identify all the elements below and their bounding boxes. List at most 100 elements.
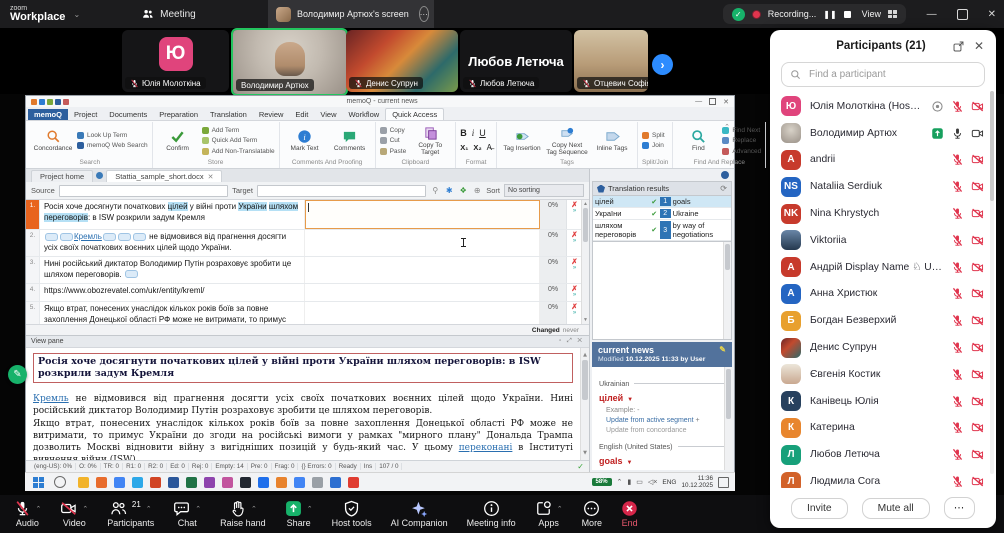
document-tab-1[interactable]: Project home bbox=[31, 170, 94, 182]
taskbar-app-icon[interactable] bbox=[150, 476, 161, 488]
participant-row-3[interactable]: Aandrii bbox=[770, 147, 996, 174]
grid-scrollbar[interactable]: ▲ ▼ bbox=[581, 200, 589, 324]
segment-row-4[interactable]: 4. https://www.obozrevatel.com/ukr/entit… bbox=[26, 284, 582, 302]
filter-settings-gear-icon[interactable]: ✱ bbox=[444, 186, 454, 196]
participant-row-15[interactable]: Л Людмила Сога bbox=[770, 468, 996, 488]
filter-search-icon[interactable]: ⚲ bbox=[430, 186, 440, 196]
translation-result-row[interactable]: цілей ✔ 1 goals bbox=[593, 196, 731, 208]
ribbon-tab-memoq[interactable]: memoQ bbox=[28, 109, 68, 120]
security-shield-icon[interactable]: ✓ bbox=[731, 7, 745, 21]
update-from-concordance-link[interactable]: Update from concordance bbox=[606, 426, 725, 436]
sort-dropdown[interactable]: No sorting bbox=[504, 184, 585, 197]
kreml-link[interactable]: Кремль bbox=[33, 394, 69, 404]
perekonani-link[interactable]: переконані bbox=[459, 443, 513, 453]
taskbar-app-icon[interactable] bbox=[168, 476, 179, 488]
ribbon-button-split[interactable]: Split bbox=[642, 131, 665, 140]
participant-row-5[interactable]: NK Nina Khrystych bbox=[770, 200, 996, 227]
toolbar-participants-button[interactable]: 21 ⌃ Participants bbox=[98, 495, 164, 533]
source-filter-input[interactable] bbox=[58, 184, 229, 197]
ribbon-tab-documents[interactable]: Documents bbox=[103, 109, 153, 120]
memoq-minimize-button[interactable]: — bbox=[695, 98, 702, 105]
ribbon-collapse-icon[interactable]: ⌃ bbox=[724, 123, 730, 131]
ribbon-tab-review[interactable]: Review bbox=[253, 109, 290, 120]
ribbon-button-mark-text[interactable]: i Mark Text bbox=[284, 129, 326, 152]
video-tile-5[interactable]: Отцевич Софія bbox=[574, 30, 648, 92]
toolbar-video-button[interactable]: ⌃ Video bbox=[51, 495, 98, 533]
next-participants-button[interactable]: › bbox=[652, 54, 673, 75]
ribbon-tab-project[interactable]: Project bbox=[68, 109, 103, 120]
chevron-up-icon[interactable]: ⌃ bbox=[557, 505, 563, 513]
taskbar-app-icon[interactable] bbox=[204, 476, 215, 488]
taskbar-app-icon[interactable] bbox=[258, 476, 269, 488]
toolbar-more-button[interactable]: More bbox=[572, 495, 612, 533]
tab-meeting[interactable]: Meeting bbox=[142, 8, 196, 20]
ribbon-tab-workflow[interactable]: Workflow bbox=[342, 109, 385, 120]
ribbon-button-add-non-translatable[interactable]: Add Non-Translatable bbox=[201, 147, 275, 156]
segment-target-cell[interactable] bbox=[305, 200, 540, 229]
ribbon-button-look-up-term[interactable]: Look Up Term bbox=[77, 131, 148, 140]
taskbar-app-icon[interactable] bbox=[294, 476, 305, 488]
ribbon-button-tag-insertion[interactable]: Tag Insertion bbox=[501, 129, 543, 152]
toolbar-host-tools-button[interactable]: Host tools bbox=[322, 495, 381, 533]
view-layout-icon[interactable] bbox=[888, 10, 897, 18]
invite-button[interactable]: Invite bbox=[791, 497, 848, 519]
participant-row-9[interactable]: Б Богдан Безверхий bbox=[770, 307, 996, 334]
memoq-close-button[interactable]: ✕ bbox=[723, 98, 729, 106]
results-refresh-icon[interactable]: ⟳ bbox=[720, 184, 727, 193]
toolbar-audio-button[interactable]: ⌃ Audio bbox=[4, 495, 51, 533]
taskbar-app-icon[interactable] bbox=[186, 476, 197, 488]
ribbon-button-comments[interactable]: Comments bbox=[329, 129, 371, 152]
segment-target-cell[interactable] bbox=[305, 302, 540, 324]
windows-start-button[interactable] bbox=[33, 476, 44, 488]
toolbar-chat-button[interactable]: ⌃ Chat bbox=[164, 495, 211, 533]
maximize-button[interactable] bbox=[956, 8, 968, 20]
more-options-button[interactable]: ⋯ bbox=[943, 497, 975, 519]
taskbar-app-icon[interactable] bbox=[114, 476, 125, 488]
ribbon-button-memoq-web-search[interactable]: memoQ Web Search bbox=[77, 141, 148, 150]
chevron-up-icon[interactable]: ⌃ bbox=[251, 505, 257, 513]
update-from-active-segment-link[interactable]: Update from active segment + bbox=[606, 416, 725, 426]
workspace-chevron-icon[interactable]: ⌄ bbox=[73, 10, 80, 19]
chevron-up-icon[interactable]: ⌃ bbox=[82, 505, 88, 513]
toolbar-raise-hand-button[interactable]: ⌃ Raise hand bbox=[211, 495, 276, 533]
stop-recording-button[interactable] bbox=[843, 10, 851, 18]
taskbar-app-icon[interactable] bbox=[78, 476, 89, 488]
participants-scrollbar[interactable] bbox=[990, 91, 994, 475]
target-filter-input[interactable] bbox=[256, 184, 427, 197]
segment-source-cell[interactable]: Нині російський диктатор Володимир Путін… bbox=[40, 257, 305, 283]
participant-row-8[interactable]: А Анна Христюк bbox=[770, 281, 996, 308]
segment-row-3[interactable]: 3. Нині російський диктатор Володимир Пу… bbox=[26, 257, 582, 284]
taskbar-app-icon[interactable] bbox=[330, 476, 341, 488]
participant-row-12[interactable]: К Канівець Юлія bbox=[770, 388, 996, 415]
toolbar-ai-companion-button[interactable]: AI Companion bbox=[381, 495, 457, 533]
ribbon-button-add-term[interactable]: Add Term bbox=[201, 126, 275, 135]
segment-source-cell[interactable]: Кремль не відмовився від прагнення досяг… bbox=[40, 230, 305, 256]
participant-row-7[interactable]: A Андрій Display Name ♘ UA ☻ ♞ ✎ … bbox=[770, 254, 996, 281]
video-tile-4[interactable]: Любов Летюча Любов Летюча bbox=[460, 30, 572, 92]
participant-row-11[interactable]: Євгенія Костик bbox=[770, 361, 996, 388]
translation-result-row[interactable]: України ✔ 2 Ukraine bbox=[593, 208, 731, 220]
segment-source-cell[interactable]: Росія хоче досягнути початкових цілей у … bbox=[40, 200, 305, 229]
segment-target-cell[interactable] bbox=[305, 230, 540, 256]
taskbar-app-icon[interactable] bbox=[276, 476, 287, 488]
term-scrollbar[interactable] bbox=[724, 367, 732, 470]
chevron-up-icon[interactable]: ⌃ bbox=[146, 505, 152, 513]
participant-row-6[interactable]: Viktoriia bbox=[770, 227, 996, 254]
annotation-pencil-button[interactable]: ✎ bbox=[8, 365, 27, 384]
segment-row-2[interactable]: 2. Кремль не відмовився від прагнення до… bbox=[26, 230, 582, 257]
taskbar-app-icon[interactable] bbox=[312, 476, 323, 488]
ribbon-button-paste[interactable]: Paste bbox=[379, 147, 406, 156]
popout-icon[interactable] bbox=[952, 40, 965, 53]
ribbon-button-confirm[interactable]: Confirm bbox=[157, 129, 199, 152]
memoq-quick-access-icons[interactable] bbox=[31, 98, 69, 105]
edit-term-pencil-icon[interactable]: ✎ bbox=[719, 345, 726, 355]
participant-search-input[interactable] bbox=[807, 68, 976, 81]
taskbar-search-icon[interactable] bbox=[54, 476, 66, 488]
participant-row-13[interactable]: К Катерина bbox=[770, 415, 996, 442]
ribbon-button-quick-add-term[interactable]: Quick Add Term bbox=[201, 136, 275, 145]
ribbon-button-copy-next-tag-sequence[interactable]: Copy Next Tag Sequence bbox=[546, 126, 588, 156]
notification-center-icon[interactable] bbox=[718, 476, 729, 488]
participant-search[interactable] bbox=[781, 62, 985, 87]
ribbon-button-cut[interactable]: Cut bbox=[379, 136, 407, 145]
ribbon-button-replace[interactable]: Replace bbox=[722, 136, 761, 145]
